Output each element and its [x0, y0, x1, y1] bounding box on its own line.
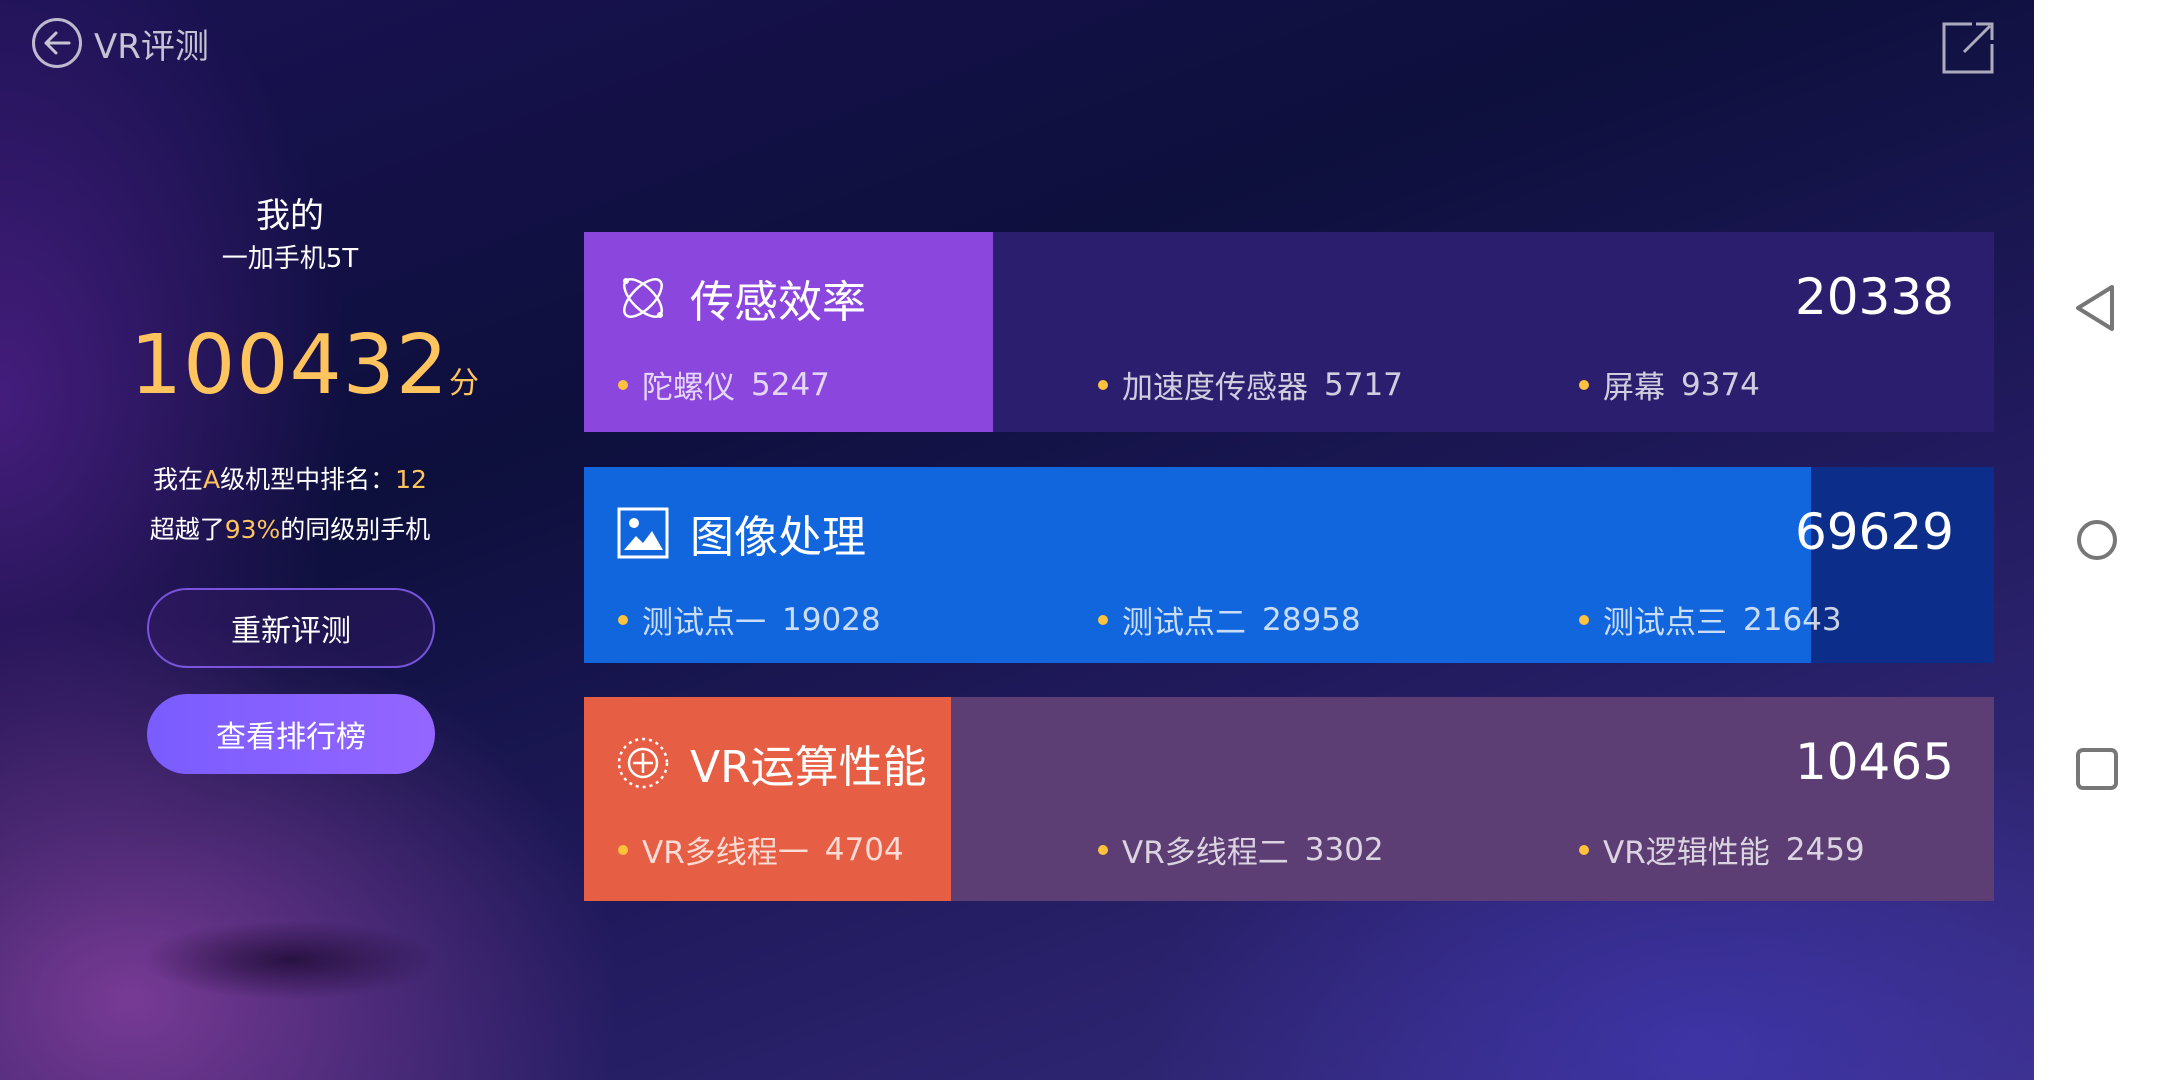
image-icon: [617, 507, 669, 559]
page-title: VR评测: [94, 26, 209, 67]
score-card-image: 图像处理 69629 测试点一 19028 测试点二 28958 测试点三 21643: [584, 467, 1994, 663]
retest-button[interactable]: 重新评测: [147, 588, 435, 668]
card-header: 传感效率: [616, 266, 866, 330]
sub-score: 测试点三 21643: [1579, 597, 1842, 642]
share-icon: [1942, 22, 1994, 74]
exceed-suffix: 的同级别手机: [280, 515, 431, 544]
card-total: 69629: [1794, 503, 1954, 561]
nav-home-circle-icon: [2077, 520, 2117, 560]
vr-benchmark-screen: VR评测 我的 一加手机5T 100432分 我在A级机型中排名：12 超越了9…: [0, 0, 2034, 1080]
rank-middle: 级机型中排名：: [220, 465, 396, 494]
score-card-vr-compute: VR运算性能 10465 VR多线程一 4704 VR多线程二 3302 VR逻辑性…: [584, 697, 1994, 901]
rank-class: A: [203, 465, 221, 494]
card-header: 图像处理: [616, 501, 866, 565]
view-ranking-button[interactable]: 查看排行榜: [147, 694, 435, 774]
sub-score: 屏幕 9374: [1579, 362, 1760, 407]
sub-score: 测试点二 28958: [1098, 597, 1361, 642]
card-total: 20338: [1794, 268, 1954, 326]
phone-shadow: [140, 920, 440, 1000]
rank-prefix: 我在: [153, 465, 204, 494]
card-title: 传感效率: [690, 277, 866, 328]
rank-value: 12: [395, 465, 427, 494]
exceed-percent: 93%: [224, 515, 281, 544]
score-unit: 分: [449, 366, 480, 401]
total-score: 100432分: [130, 318, 479, 413]
nav-back-triangle-icon: [2076, 285, 2114, 331]
sub-score: 陀螺仪 5247: [618, 362, 830, 407]
share-button[interactable]: [1940, 20, 1996, 76]
my-label: 我的: [256, 196, 324, 236]
score-value: 100432: [130, 318, 450, 413]
sub-score: 测试点一 19028: [618, 597, 881, 642]
device-name: 一加手机5T: [221, 244, 359, 274]
card-title: 图像处理: [690, 512, 866, 563]
crosshair-circle-icon: [617, 737, 669, 789]
card-title: VR运算性能: [690, 742, 927, 793]
back-button[interactable]: VR评测: [32, 18, 209, 68]
system-nav-bar: [2034, 0, 2160, 1080]
back-arrow-icon: [32, 18, 82, 68]
nav-home-button[interactable]: [2064, 507, 2130, 573]
sub-score: 加速度传感器 5717: [1098, 362, 1403, 407]
sub-score: VR多线程一 4704: [618, 827, 904, 872]
rank-text: 我在A级机型中排名：12: [130, 460, 450, 496]
card-total: 10465: [1794, 733, 1954, 791]
exceed-prefix: 超越了: [149, 515, 225, 544]
atom-icon: [623, 278, 663, 318]
nav-back-button[interactable]: [2064, 275, 2130, 341]
score-card-sensor: 传感效率 20338 陀螺仪 5247 加速度传感器 5717 屏幕 9374: [584, 232, 1994, 432]
card-header: VR运算性能: [616, 731, 927, 795]
sub-score: VR逻辑性能 2459: [1579, 827, 1865, 872]
sub-score: VR多线程二 3302: [1098, 827, 1384, 872]
nav-recents-square-icon: [2076, 748, 2118, 790]
nav-recents-button[interactable]: [2064, 736, 2130, 802]
exceed-text: 超越了93%的同级别手机: [130, 510, 450, 546]
